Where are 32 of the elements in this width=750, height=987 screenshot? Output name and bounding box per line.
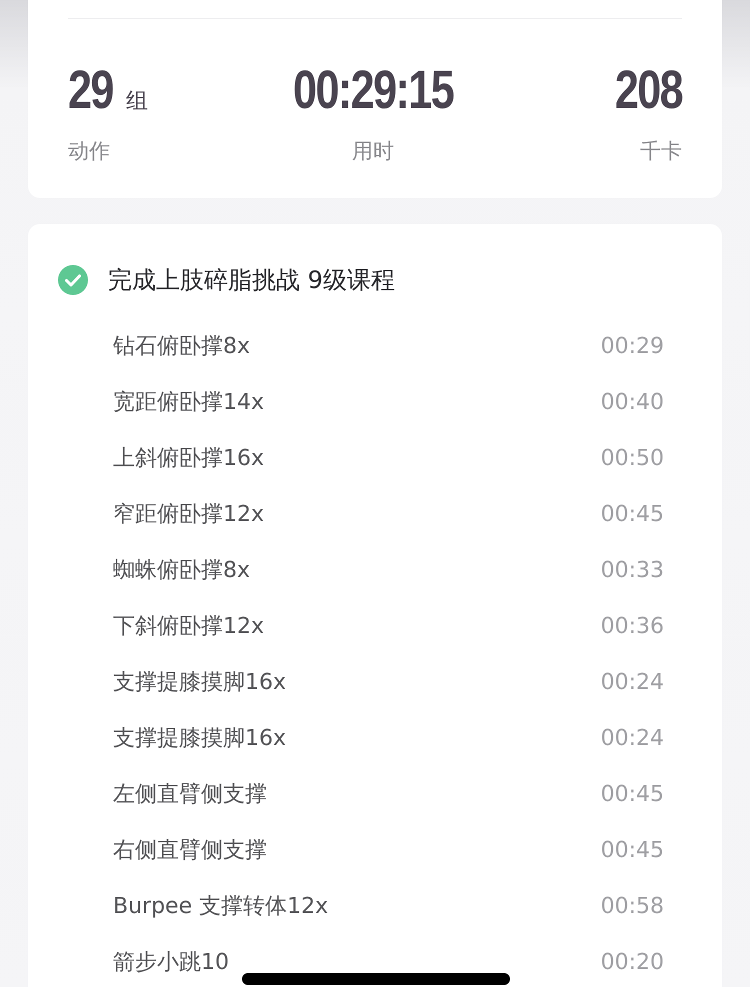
exercise-name: 支撑提膝摸脚16x	[113, 669, 286, 697]
exercise-time: 00:40	[600, 390, 664, 414]
exercise-time: 00:24	[600, 726, 664, 750]
stat-label: 动作	[68, 138, 111, 165]
exercise-name: 左侧直臂侧支撑	[113, 781, 267, 809]
exercise-time: 00:50	[600, 446, 664, 470]
exercise-time: 00:45	[600, 838, 664, 862]
stat-value: 00:29:15	[292, 61, 454, 119]
exercise-name: 箭步小跳10	[113, 949, 229, 977]
exercise-time: 00:45	[600, 502, 664, 526]
exercise-name: 蜘蛛俯卧撑8x	[113, 557, 250, 585]
exercise-time: 00:45	[600, 782, 664, 806]
exercise-name: 支撑提膝摸脚16x	[113, 725, 286, 753]
exercise-name: 窄距俯卧撑12x	[113, 501, 264, 529]
stat-value: 29	[68, 61, 113, 119]
exercise-time: 00:24	[600, 670, 664, 694]
exercise-name: Burpee 支撑转体12x	[113, 893, 328, 921]
stat-label: 用时	[352, 138, 394, 165]
exercise-name: 右侧直臂侧支撑	[113, 837, 267, 865]
stat-unit: 组	[126, 88, 148, 116]
exercise-time: 00:58	[600, 894, 664, 918]
exercise-time: 00:33	[600, 558, 664, 582]
exercise-time: 00:29	[600, 334, 664, 358]
exercise-name: 钻石俯卧撑8x	[113, 333, 250, 361]
exercise-name: 上斜俯卧撑16x	[113, 445, 264, 473]
exercise-time: 00:20	[600, 950, 664, 974]
exercise-time: 00:36	[600, 614, 664, 638]
stat-label: 千卡	[640, 138, 682, 165]
stat-value: 208	[614, 61, 682, 119]
course-title: 完成上肢碎脂挑战 9级课程	[108, 265, 395, 296]
exercise-name: 宽距俯卧撑14x	[113, 389, 264, 417]
exercise-name: 下斜俯卧撑12x	[113, 613, 264, 641]
